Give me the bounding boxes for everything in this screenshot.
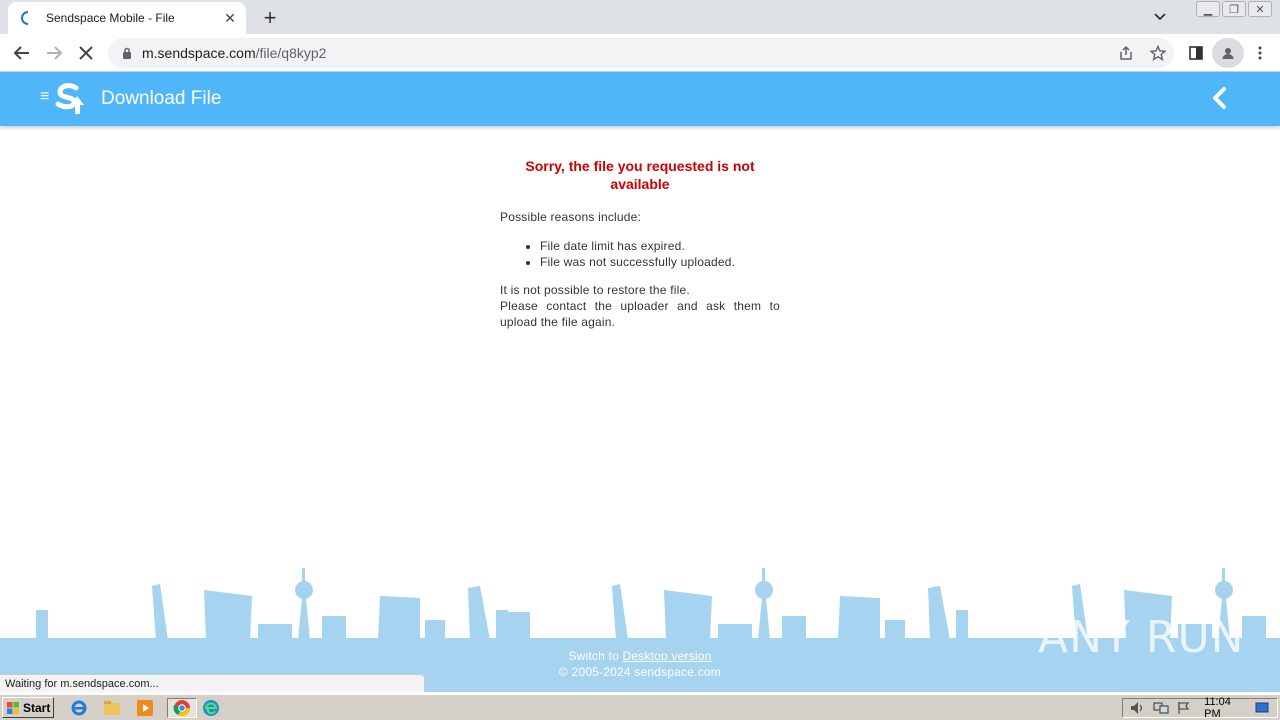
tab-title: Sendspace Mobile - File <box>46 11 175 25</box>
reason-item: File was not successfully uploaded. <box>540 254 780 270</box>
action-center-flag-icon[interactable] <box>1175 700 1192 716</box>
url-text: m.sendspace.com/file/q8kyp2 <box>142 45 326 61</box>
bookmark-star-icon[interactable] <box>1142 38 1174 68</box>
share-icon[interactable] <box>1110 38 1142 68</box>
desktop-version-link[interactable]: Desktop version <box>623 649 712 663</box>
reason-item: File date limit has expired. <box>540 238 780 254</box>
start-button[interactable]: Start <box>2 697 54 718</box>
url-host: m.sendspace.com <box>142 45 256 61</box>
file-explorer-icon[interactable] <box>101 698 123 718</box>
forward-arrow-icon[interactable] <box>42 41 66 65</box>
network-icon[interactable] <box>1152 700 1169 716</box>
tab-close-icon[interactable]: ✕ <box>222 10 238 26</box>
restore-line: It is not possible to restore the file. <box>500 283 690 297</box>
edge-taskbar-icon[interactable] <box>200 698 222 718</box>
sendspace-logo[interactable] <box>54 82 88 116</box>
hamburger-menu-icon[interactable]: ≡ <box>40 89 52 105</box>
toolbar-right <box>1180 38 1276 68</box>
reasons-intro: Possible reasons include: <box>500 210 642 224</box>
window-close-icon[interactable]: ✕ <box>1248 1 1272 17</box>
url-path: /file/q8kyp2 <box>255 45 327 61</box>
profile-icon <box>1212 38 1244 68</box>
side-panel-icon[interactable] <box>1180 38 1212 68</box>
back-arrow-icon[interactable] <box>10 41 34 65</box>
new-tab-icon[interactable]: + <box>258 6 282 30</box>
reasons-list: File date limit has expired. File was no… <box>540 238 780 270</box>
omnibox-actions <box>1110 38 1174 68</box>
stop-loading-icon[interactable] <box>74 41 98 65</box>
loading-spinner-icon <box>20 10 36 26</box>
page-title: Download File <box>101 88 222 109</box>
quick-launch <box>68 698 233 718</box>
error-message-panel: Sorry, the file you requested is not ava… <box>500 157 780 330</box>
media-player-icon[interactable] <box>134 698 156 718</box>
switch-prefix: Switch to <box>568 649 619 663</box>
start-label: Start <box>23 700 51 715</box>
kebab-menu-icon[interactable] <box>1244 38 1276 68</box>
browser-window: Sendspace Mobile - File ✕ + ▁ ❐ ✕ m.send… <box>0 0 1280 720</box>
profile-avatar[interactable] <box>1212 38 1244 68</box>
system-tray: 11:04 PM <box>1122 696 1278 720</box>
site-header: ≡ Download File <box>0 72 1280 126</box>
browser-toolbar: m.sendspace.com/file/q8kyp2 <box>0 34 1280 72</box>
chrome-taskbar-icon[interactable] <box>167 698 197 718</box>
windows-flag-icon <box>7 701 19 714</box>
window-controls: ▁ ❐ ✕ <box>1194 1 1272 17</box>
anyrun-watermark: ANY RUN <box>1038 612 1245 663</box>
internet-explorer-icon[interactable] <box>68 698 90 718</box>
browser-tab[interactable]: Sendspace Mobile - File ✕ <box>8 2 246 34</box>
back-chevron-icon[interactable] <box>1208 85 1232 113</box>
tab-strip: Sendspace Mobile - File ✕ + ▁ ❐ ✕ <box>0 0 1280 34</box>
status-bar: Waiting for m.sendspace.com... <box>0 674 425 692</box>
minimize-icon[interactable]: ▁ <box>1196 1 1220 17</box>
restore-icon[interactable]: ❐ <box>1222 1 1246 17</box>
lock-icon[interactable] <box>120 46 134 60</box>
tab-search-icon[interactable] <box>1150 7 1170 27</box>
volume-icon[interactable] <box>1129 700 1146 716</box>
clock[interactable]: 11:04 PM <box>1204 696 1248 720</box>
contact-line: Please contact the uploader and ask them… <box>500 299 780 329</box>
windows-taskbar: Start 11:04 PM <box>0 694 1280 720</box>
show-desktop-icon[interactable] <box>1254 700 1271 716</box>
error-title: Sorry, the file you requested is not ava… <box>525 158 755 192</box>
restore-notice: It is not possible to restore the file. … <box>500 282 780 330</box>
address-bar[interactable]: m.sendspace.com/file/q8kyp2 <box>108 38 1174 68</box>
